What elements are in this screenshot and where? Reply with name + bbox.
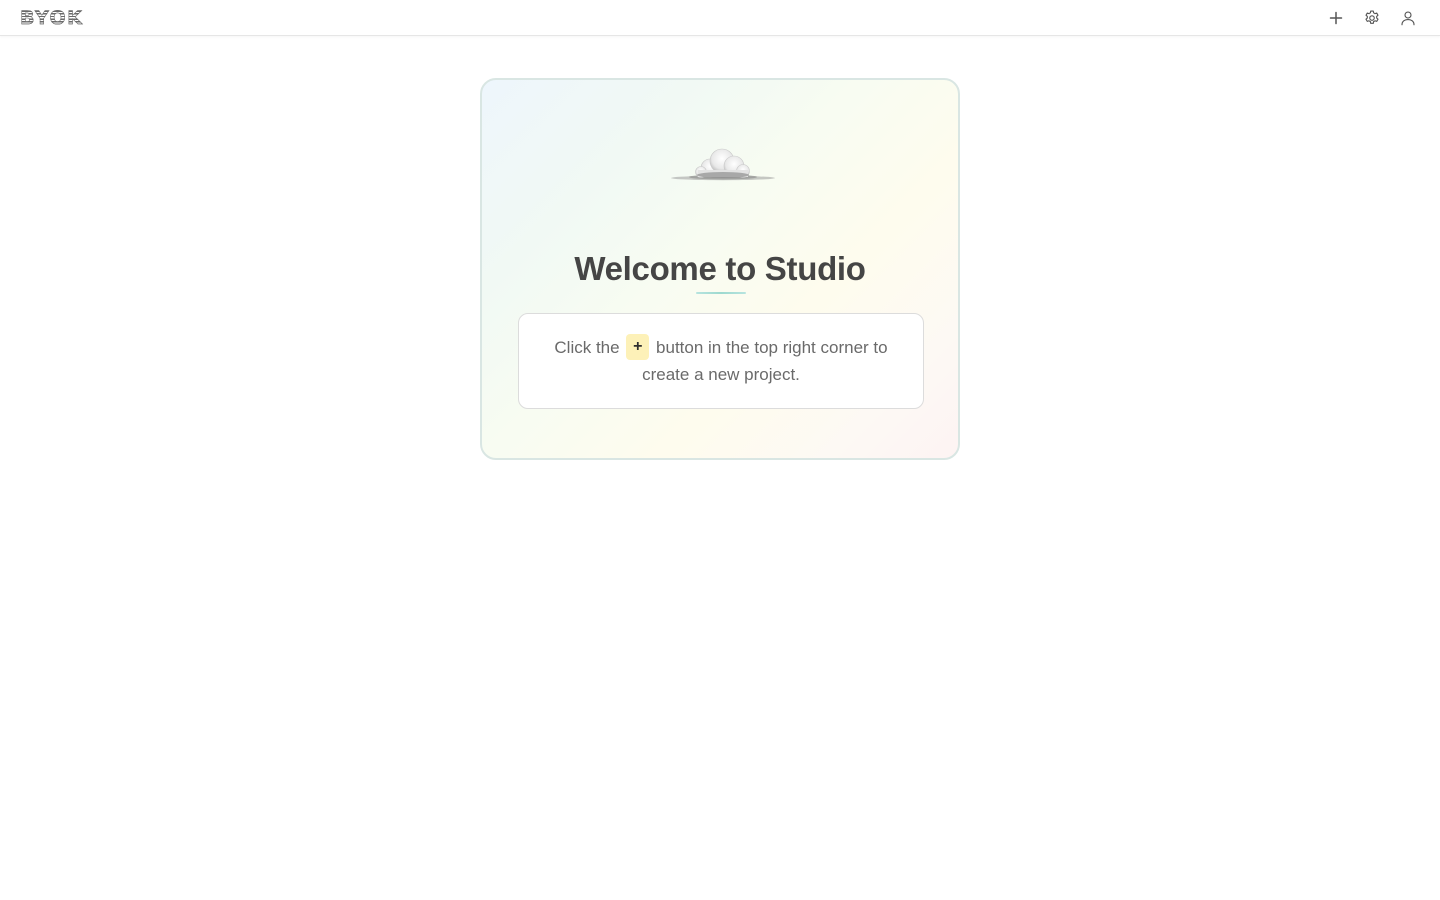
settings-button[interactable] <box>1360 6 1384 30</box>
cloud-illustration <box>671 148 775 181</box>
top-bar: BYOK <box>0 0 1440 36</box>
instruction-box: Click the + button in the top right corn… <box>518 313 924 409</box>
instruction-text-before: Click the <box>554 338 620 357</box>
user-icon <box>1401 11 1415 26</box>
plus-chip: + <box>626 333 650 360</box>
plus-icon <box>1329 11 1343 25</box>
welcome-title: Welcome to Studio <box>574 250 866 287</box>
app-logo[interactable]: BYOK <box>20 8 83 29</box>
account-button[interactable] <box>1396 6 1420 30</box>
new-project-button[interactable] <box>1324 6 1348 30</box>
instruction-text-after: button in the top right corner to create… <box>642 338 888 384</box>
header-actions <box>1324 6 1420 30</box>
gear-icon <box>1365 10 1379 24</box>
title-underline <box>696 292 746 294</box>
welcome-card: Welcome to Studio Click the + button in … <box>480 78 960 460</box>
